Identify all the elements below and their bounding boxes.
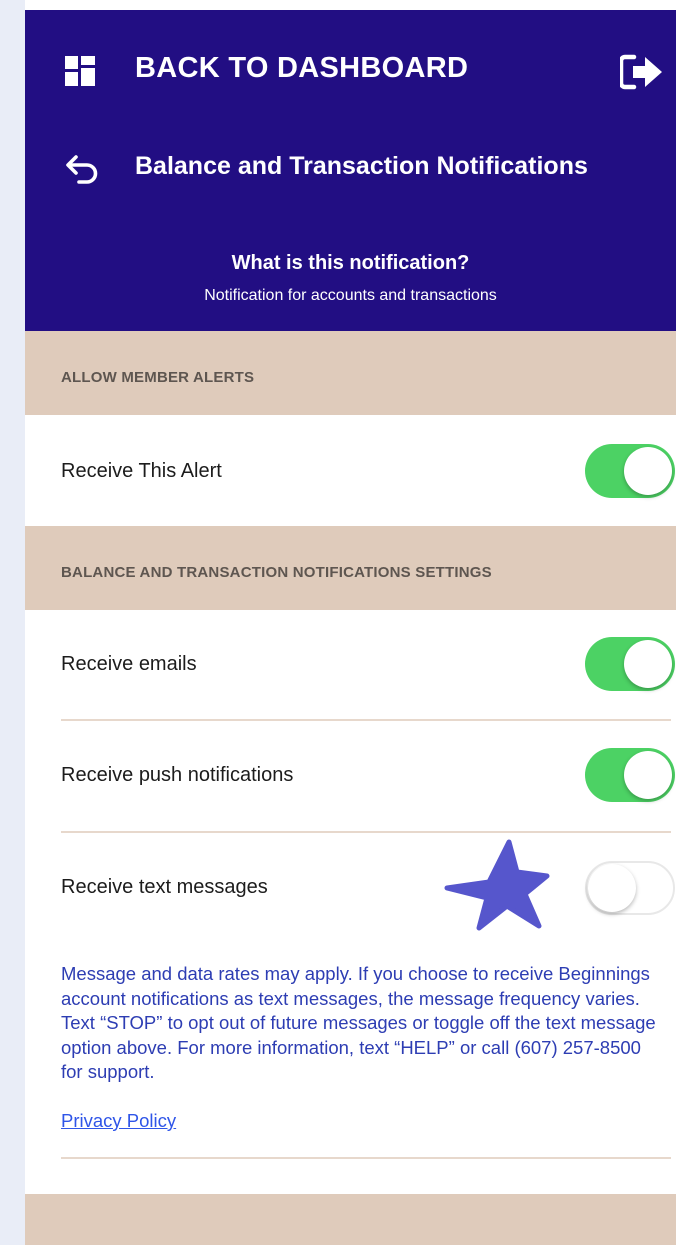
section-label: ALLOW MEMBER ALERTS	[61, 369, 255, 386]
receive-text-messages-toggle[interactable]	[585, 861, 675, 915]
header: BACK TO DASHBOARD Balance and Transactio…	[25, 10, 676, 331]
notification-info-subtitle: Notification for accounts and transactio…	[204, 287, 497, 304]
star-annotation-icon	[444, 839, 550, 931]
setting-row-push: Receive push notifications	[25, 721, 676, 831]
receive-push-toggle[interactable]	[585, 748, 675, 802]
page-title: Balance and Transaction Notifications	[135, 152, 588, 180]
toggle-knob	[624, 447, 672, 495]
setting-label: Receive emails	[61, 653, 197, 675]
text-message-disclaimer: Message and data rates may apply. If you…	[61, 963, 656, 1082]
setting-row-emails: Receive emails	[25, 610, 676, 719]
footer-band	[25, 1194, 676, 1245]
back-to-dashboard-link[interactable]: BACK TO DASHBOARD	[135, 52, 468, 85]
toggle-knob	[624, 751, 672, 799]
section-header-member-alerts: ALLOW MEMBER ALERTS	[25, 331, 676, 415]
toggle-knob	[588, 864, 636, 912]
section-label: BALANCE AND TRANSACTION NOTIFICATIONS SE…	[61, 564, 492, 581]
setting-label: Receive text messages	[61, 876, 268, 898]
setting-row-text-messages: Receive text messages	[25, 833, 676, 945]
setting-label: Receive push notifications	[61, 764, 294, 786]
logout-icon[interactable]	[620, 54, 664, 90]
app-screen: BACK TO DASHBOARD Balance and Transactio…	[25, 0, 676, 1245]
setting-label: Receive This Alert	[61, 460, 222, 482]
setting-row-receive-alert: Receive This Alert	[25, 415, 676, 526]
receive-emails-toggle[interactable]	[585, 637, 675, 691]
receive-alert-toggle[interactable]	[585, 444, 675, 498]
privacy-policy-link[interactable]: Privacy Policy	[61, 1110, 176, 1132]
section-header-settings: BALANCE AND TRANSACTION NOTIFICATIONS SE…	[25, 526, 676, 610]
notification-info-title: What is this notification?	[231, 252, 470, 274]
dashboard-grid-icon[interactable]	[65, 56, 95, 86]
toggle-knob	[624, 640, 672, 688]
row-divider	[61, 1157, 671, 1159]
back-arrow-icon[interactable]	[65, 154, 101, 184]
